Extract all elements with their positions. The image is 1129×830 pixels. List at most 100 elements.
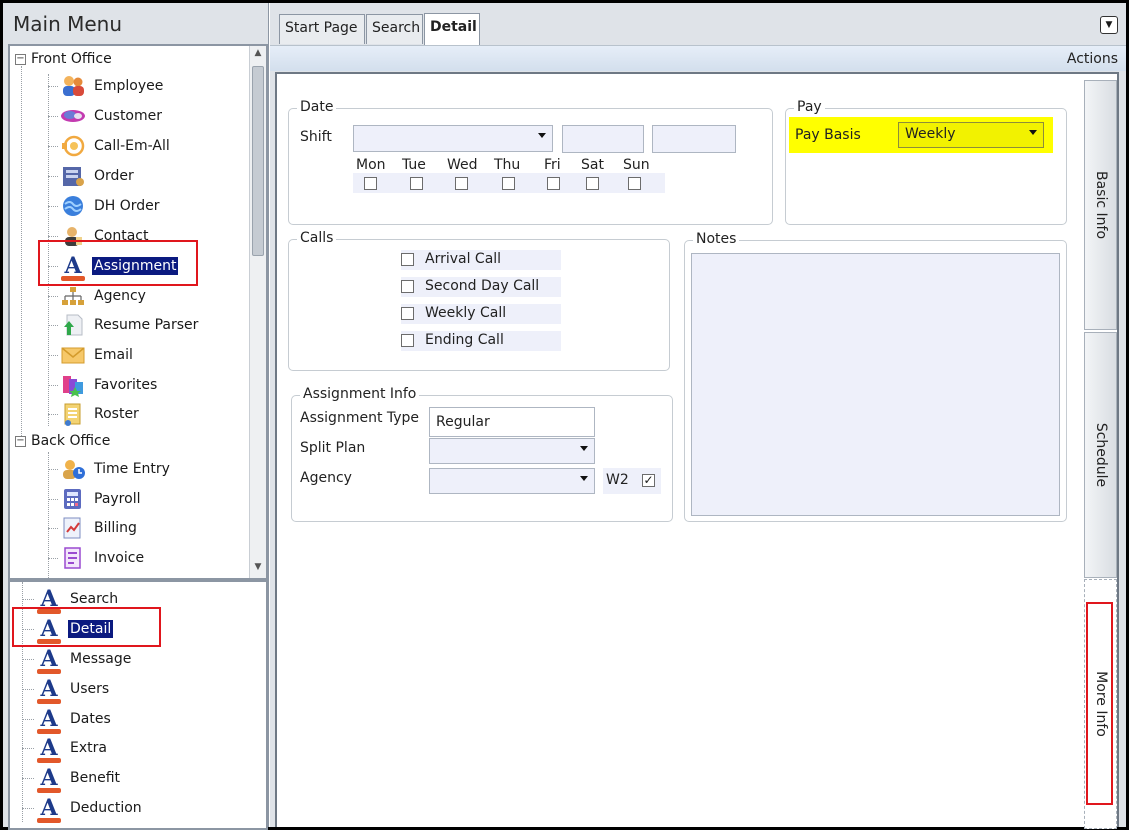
- weekly-call-checkbox[interactable]: [401, 307, 414, 320]
- tree-group-back-office[interactable]: − Back Office: [15, 428, 112, 454]
- tree-item-billing[interactable]: Billing: [48, 515, 139, 541]
- chevron-down-icon: [580, 446, 588, 451]
- pay-basis-label: Pay Basis: [795, 127, 861, 143]
- sub-item-users[interactable]: A Users: [22, 676, 111, 704]
- collapse-icon[interactable]: −: [15, 53, 26, 65]
- tree-item-agency[interactable]: Agency: [48, 283, 148, 309]
- scroll-up-icon[interactable]: ▲: [252, 48, 264, 62]
- day-label-mon: Mon: [356, 157, 386, 173]
- assignment-icon: A: [37, 795, 61, 823]
- actions-button[interactable]: Actions: [1067, 51, 1118, 67]
- tree-item-resume-parser[interactable]: Resume Parser: [48, 312, 200, 338]
- tree-connector: [48, 414, 58, 415]
- sub-item-label: Extra: [70, 740, 107, 756]
- sub-item-benefit[interactable]: A Benefit: [22, 765, 122, 793]
- call-row-second-day[interactable]: Second Day Call: [401, 277, 561, 297]
- tab-search[interactable]: Search: [366, 14, 423, 44]
- side-tab-label: Basic Info: [1092, 170, 1109, 240]
- tree-item-payroll[interactable]: Payroll: [48, 486, 142, 512]
- time-entry-icon: [60, 456, 86, 482]
- tab-detail[interactable]: Detail: [424, 13, 480, 45]
- main-menu-pane: Main Menu − Front Office Employee Custom: [3, 3, 269, 830]
- pay-basis-value: Weekly: [905, 126, 956, 142]
- tree-item-roster[interactable]: Roster: [48, 401, 141, 427]
- call-row-arrival[interactable]: Arrival Call: [401, 250, 561, 270]
- second-day-call-checkbox[interactable]: [401, 280, 414, 293]
- arrival-call-checkbox[interactable]: [401, 253, 414, 266]
- agency-dropdown[interactable]: [429, 468, 595, 494]
- assignment-icon: A: [37, 646, 61, 674]
- w2-checkbox[interactable]: ✓: [642, 474, 655, 487]
- scrollbar-thumb[interactable]: [252, 66, 264, 256]
- split-plan-label: Split Plan: [300, 440, 366, 456]
- sub-item-label: Benefit: [70, 770, 121, 786]
- date-group: Date Shift Mon Tue Wed Thu Fri Sat Sun: [288, 99, 773, 225]
- shift-start-field[interactable]: [562, 125, 644, 153]
- sub-item-label: Message: [70, 651, 132, 667]
- tree-group-label: Back Office: [31, 433, 111, 449]
- tree-item-label: Time Entry: [94, 461, 170, 477]
- call-row-ending[interactable]: Ending Call: [401, 331, 561, 351]
- tree-item-email[interactable]: Email: [48, 342, 135, 368]
- call-row-weekly[interactable]: Weekly Call: [401, 304, 561, 324]
- tree-item-employee[interactable]: Employee: [48, 73, 165, 99]
- sub-item-label: Dates: [70, 711, 111, 727]
- tree-connector: [22, 659, 34, 660]
- assignment-icon: A: [37, 765, 61, 793]
- tree-connector: [48, 236, 58, 237]
- pay-basis-dropdown[interactable]: Weekly: [898, 122, 1044, 148]
- calls-group-title: Calls: [297, 230, 337, 246]
- sub-item-extra[interactable]: A Extra: [22, 735, 109, 763]
- shift-dropdown[interactable]: [353, 125, 553, 152]
- shift-end-field[interactable]: [652, 125, 736, 153]
- tree-guide-line: [21, 66, 22, 446]
- side-tab-basic-info[interactable]: Basic Info: [1084, 80, 1117, 330]
- tree-connector: [22, 748, 34, 749]
- ending-call-checkbox[interactable]: [401, 334, 414, 347]
- collapse-icon[interactable]: −: [15, 435, 26, 447]
- sub-item-message[interactable]: A Message: [22, 646, 133, 674]
- day-checkbox-thu[interactable]: [502, 177, 515, 190]
- tree-item-favorites[interactable]: Favorites: [48, 372, 159, 398]
- tree-connector: [48, 528, 58, 529]
- tree-item-invoice[interactable]: Invoice: [48, 545, 146, 571]
- sub-item-deduction[interactable]: A Deduction: [22, 795, 144, 823]
- assignment-type-field[interactable]: Regular: [429, 407, 595, 437]
- chevron-down-icon: [1029, 130, 1037, 135]
- tree-connector: [48, 176, 58, 177]
- agency-label: Agency: [300, 470, 352, 486]
- tree-item-label: Favorites: [94, 377, 158, 393]
- tree-scrollbar[interactable]: ▲ ▼: [249, 46, 266, 578]
- actions-bar: Actions: [270, 45, 1126, 71]
- main-menu-tree: − Front Office Employee Customer Call-Em…: [8, 44, 268, 580]
- tree-item-label: Payroll: [94, 491, 141, 507]
- split-plan-dropdown[interactable]: [429, 438, 595, 464]
- sub-item-dates[interactable]: A Dates: [22, 706, 113, 734]
- side-tab-schedule[interactable]: Schedule: [1084, 332, 1117, 578]
- agency-icon: [60, 283, 86, 309]
- day-checkbox-wed[interactable]: [455, 177, 468, 190]
- sub-item-label: Search: [70, 591, 119, 607]
- day-checkbox-fri[interactable]: [547, 177, 560, 190]
- scroll-down-icon[interactable]: ▼: [252, 562, 264, 576]
- tab-start-page[interactable]: Start Page: [279, 14, 365, 44]
- day-checkbox-tue[interactable]: [410, 177, 423, 190]
- tree-group-front-office[interactable]: − Front Office: [15, 46, 114, 72]
- notes-textarea[interactable]: [691, 253, 1060, 516]
- tree-item-label: Email: [94, 347, 133, 363]
- dh-order-icon: [60, 193, 86, 219]
- tree-item-call-em-all[interactable]: Call-Em-All: [48, 133, 172, 159]
- day-checkbox-sat[interactable]: [586, 177, 599, 190]
- assignment-highlight-box: [38, 240, 198, 286]
- tree-item-label: Customer: [94, 108, 163, 124]
- tree-item-label: Roster: [94, 406, 139, 422]
- tab-list-dropdown-icon[interactable]: ▼: [1100, 16, 1118, 34]
- tree-item-dh-order[interactable]: DH Order: [48, 193, 162, 219]
- tree-item-customer[interactable]: Customer: [48, 103, 164, 129]
- tree-item-order[interactable]: Order: [48, 163, 136, 189]
- day-checkbox-mon[interactable]: [364, 177, 377, 190]
- ending-call-label: Ending Call: [425, 332, 504, 348]
- day-checkbox-sun[interactable]: [628, 177, 641, 190]
- tree-item-time-entry[interactable]: Time Entry: [48, 456, 172, 482]
- tree-item-label: DH Order: [94, 198, 160, 214]
